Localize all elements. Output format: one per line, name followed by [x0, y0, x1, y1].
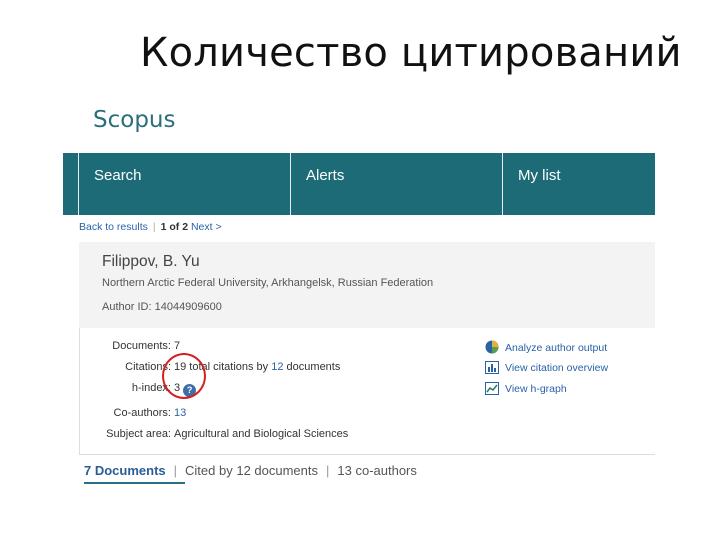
nav-tab-my-list[interactable]: My list — [503, 153, 655, 215]
result-position: 1 of 2 — [160, 221, 189, 233]
analyze-author-output-link[interactable]: Analyze author output — [485, 340, 607, 356]
documents-row: Documents: 7 — [85, 340, 475, 356]
breadcrumb: Back to results | 1 of 2 Next > — [79, 221, 222, 233]
nav-tab-alerts[interactable]: Alerts — [291, 153, 503, 215]
citations-docs-suffix: documents — [286, 361, 341, 373]
author-name: Filippov, B. Yu — [102, 253, 200, 270]
pie-chart-icon — [485, 340, 499, 354]
next-result-link[interactable]: Next > — [191, 221, 222, 233]
breadcrumb-separator: | — [152, 221, 156, 233]
slide-title: Количество цитирований — [140, 30, 682, 76]
tab-separator: | — [326, 463, 330, 478]
scopus-logo[interactable]: Scopus — [93, 107, 175, 133]
active-tab-underline — [84, 482, 185, 484]
h-index-value: 3 — [174, 382, 181, 394]
back-to-results-link[interactable]: Back to results — [79, 221, 148, 233]
subject-area-label: Subject area: — [106, 428, 171, 440]
h-index-row: h-index: 3? — [85, 382, 475, 398]
h-index-label: h-index: — [131, 382, 171, 394]
subject-area-value: Agricultural and Biological Sciences — [174, 428, 349, 440]
view-h-graph-link[interactable]: View h-graph — [485, 382, 567, 398]
tab-documents[interactable]: 7 Documents — [84, 463, 166, 478]
nav-tab-search[interactable]: Search — [79, 153, 291, 215]
author-id-value: 14044909600 — [154, 301, 222, 313]
documents-value: 7 — [174, 340, 181, 352]
tab-separator: | — [173, 463, 178, 478]
coauthors-link[interactable]: 13 — [174, 407, 186, 419]
line-graph-icon — [485, 382, 499, 395]
coauthors-row: Co-authors: 13 — [85, 407, 475, 423]
documents-label: Documents: — [112, 340, 171, 352]
subject-area-row: Subject area: Agricultural and Biologica… — [85, 428, 475, 444]
h-index-value-wrap: 3? — [174, 382, 197, 397]
panel-bottom-rule — [79, 454, 655, 455]
tab-cited-by[interactable]: Cited by 12 documents — [185, 463, 318, 478]
author-affiliation: Northern Arctic Federal University, Arkh… — [102, 277, 434, 289]
author-id: Author ID: 14044909600 — [102, 301, 222, 313]
view-h-graph-label: View h-graph — [505, 383, 567, 395]
citations-row: Citations: 19 total citations by 12 docu… — [85, 361, 475, 377]
view-citation-overview-link[interactable]: View citation overview — [485, 361, 608, 377]
view-citation-overview-label: View citation overview — [505, 362, 609, 374]
author-header: Filippov, B. Yu Northern Arctic Federal … — [79, 242, 655, 328]
panel-side-rule — [79, 328, 80, 454]
tab-coauthors[interactable]: 13 co-authors — [337, 463, 417, 478]
citing-documents-link[interactable]: 12 — [271, 361, 283, 373]
citations-count: 19 total citations by — [174, 361, 269, 373]
bar-chart-icon — [485, 361, 499, 374]
citations-label: Citations: — [125, 361, 171, 373]
help-icon[interactable]: ? — [183, 384, 197, 397]
author-id-label: Author ID: — [102, 301, 152, 313]
analyze-author-output-label: Analyze author output — [505, 342, 608, 354]
citations-value: 19 total citations by 12 documents — [174, 361, 340, 373]
nav-lead — [63, 153, 79, 215]
coauthors-label: Co-authors: — [113, 407, 171, 419]
main-nav: Search Alerts My list — [63, 153, 655, 215]
result-tabs: 7 Documents | Cited by 12 documents | 13 co-… — [84, 463, 417, 478]
